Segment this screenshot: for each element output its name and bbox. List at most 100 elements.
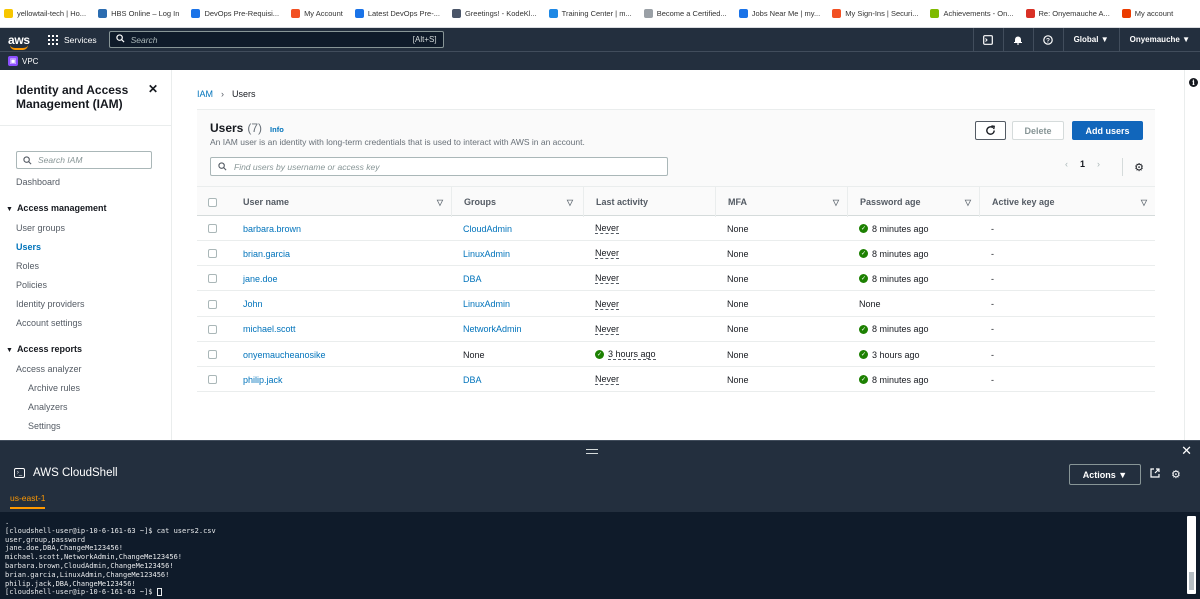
cloudshell-resize-bar[interactable]: ✕ [0,440,1200,460]
bookmark-item[interactable]: yellowtail-tech | Ho... [4,9,86,18]
row-checkbox[interactable] [208,241,217,266]
row-checkbox[interactable] [208,317,217,342]
sidebar-item-user-groups[interactable]: User groups [16,223,65,233]
global-search-input[interactable]: Search [Alt+S] [108,31,444,48]
cloudshell-settings-gear-icon[interactable]: ⚙ [1171,468,1181,481]
terminal-scrollbar[interactable] [1187,516,1196,594]
table-row[interactable]: brian.garcia LinuxAdmin Never None ✓ 8 minute… [197,241,1155,267]
column-password-age[interactable]: Password age ▽ [847,187,979,217]
user-name-link[interactable]: onyemaucheanosike [243,342,326,367]
column-user-name[interactable]: User name ▽ [243,187,451,217]
bookmark-item[interactable]: Greetings! - KodeKl... [451,9,537,18]
row-checkbox[interactable] [208,292,217,317]
bookmark-item[interactable]: My Sign-Ins | Securi... [832,9,918,18]
group-cell[interactable]: CloudAdmin [463,216,512,241]
sidebar-item-dashboard[interactable]: Dashboard [16,177,60,187]
group-cell[interactable]: LinuxAdmin [463,292,510,317]
bookmark-item[interactable]: Training Center | m... [548,9,632,18]
services-menu[interactable]: Services [48,34,97,45]
notifications-bell-icon[interactable] [1002,28,1033,51]
sidebar-search-input[interactable]: Search IAM [16,151,152,169]
account-menu[interactable]: Onyemauche ▼ [1118,28,1200,51]
group-cell[interactable]: NetworkAdmin [463,317,522,342]
user-name-link[interactable]: brian.garcia [243,241,290,266]
table-settings-gear-icon[interactable]: ⚙ [1122,158,1144,176]
bookmark-item[interactable]: DevOps Pre-Requisi... [191,9,279,18]
terminal-prompt-line[interactable]: [cloudshell-user@ip-10-6-161-63 ~]$ [5,588,1196,597]
info-link[interactable]: Info [270,125,284,134]
row-checkbox[interactable] [208,367,217,392]
sidebar-item-roles[interactable]: Roles [16,261,39,271]
row-checkbox[interactable] [208,216,217,241]
info-icon[interactable]: i [1189,78,1198,87]
sidebar-divider [0,125,172,126]
table-row[interactable]: philip.jack DBA Never None ✓ 8 minutes ago - [197,367,1155,393]
bookmark-item[interactable]: Latest DevOps Pre-... [354,9,440,18]
bookmark-item[interactable]: Become a Certified... [643,9,727,18]
terminal-output[interactable]: . [cloudshell-user@ip-10-6-161-63 ~]$ cat… [0,512,1200,599]
drag-handle-icon[interactable] [586,449,598,454]
aws-logo[interactable]: aws [8,33,36,50]
active-key-age-cell: - [991,273,994,284]
sidebar-item-analyzers[interactable]: Analyzers [28,402,68,412]
bookmark-favicon-icon [832,9,842,18]
close-cloudshell-icon[interactable]: ✕ [1181,443,1192,459]
sidebar-item-settings[interactable]: Settings [28,421,61,431]
row-checkbox[interactable] [208,342,217,367]
region-tab-us-east-1[interactable]: us-east-1 [10,493,46,509]
column-last-activity[interactable]: Last activity [583,187,715,217]
column-mfa[interactable]: MFA ▽ [715,187,847,217]
region-selector[interactable]: Global ▼ [1062,28,1119,51]
row-checkbox[interactable] [208,266,217,291]
add-users-button[interactable]: Add users [1072,121,1143,140]
table-row[interactable]: John LinuxAdmin Never None None - [197,292,1155,317]
sidebar-item-policies[interactable]: Policies [16,280,47,290]
open-new-tab-icon[interactable] [1150,468,1160,481]
table-row[interactable]: barbara.brown CloudAdmin Never None ✓ 8 minut… [197,216,1155,241]
bookmark-item[interactable]: HBS Online – Log In [98,9,179,18]
sidebar-item-archive-rules[interactable]: Archive rules [28,383,80,393]
page-number[interactable]: 1 [1080,159,1085,169]
sidebar-item-identity-providers[interactable]: Identity providers [16,299,85,309]
panel-header: Users (7) Info An IAM user is an identit… [197,110,1155,186]
sidebar-section-access-reports[interactable]: ▼ Access reports [6,344,82,354]
group-cell[interactable]: LinuxAdmin [463,241,510,266]
user-name-link[interactable]: jane.doe [243,266,278,291]
refresh-button[interactable] [975,121,1006,140]
bookmark-item[interactable]: My Account [291,9,343,18]
table-row[interactable]: onyemaucheanosike None ✓ 3 hours ago None ✓ 3 … [197,342,1155,367]
group-cell[interactable]: DBA [463,367,482,392]
group-cell[interactable]: DBA [463,266,482,291]
select-all-checkbox[interactable] [208,187,228,217]
terminal-line: . [5,518,10,526]
column-active-key-age[interactable]: Active key age ▽ [979,187,1155,217]
user-name-link[interactable]: philip.jack [243,367,283,392]
bookmark-item[interactable]: Achievements - On... [930,9,1014,18]
actions-dropdown[interactable]: Actions ▼ [1069,464,1141,485]
cloudshell-icon[interactable] [972,28,1003,51]
sidebar-item-account-settings[interactable]: Account settings [16,318,82,328]
close-sidebar-icon[interactable]: ✕ [148,82,158,96]
table-row[interactable]: jane.doe DBA Never None ✓ 8 minutes ago - [197,266,1155,292]
previous-page-icon[interactable]: ‹ [1065,159,1068,169]
sidebar-item-access-analyzer[interactable]: Access analyzer [16,364,82,374]
sidebar-section-access-management[interactable]: ▼ Access management [6,203,106,213]
user-name-link[interactable]: barbara.brown [243,216,301,241]
help-icon[interactable]: ? [1032,28,1063,51]
bookmark-item[interactable]: My account [1121,9,1173,18]
next-page-icon[interactable]: › [1097,159,1100,169]
cloudshell-header: ›_ AWS CloudShell Actions ▼ ⚙ us-east-1 [0,460,1200,512]
column-groups[interactable]: Groups ▽ [451,187,581,217]
bookmark-item[interactable]: Re: Onyemauche A... [1025,9,1110,18]
breadcrumb-iam-link[interactable]: IAM [197,89,213,99]
sidebar-item-users[interactable]: Users [16,242,41,252]
bookmark-item[interactable]: Jobs Near Me | my... [738,9,820,18]
delete-button[interactable]: Delete [1012,121,1064,140]
vpc-favorite-link[interactable]: VPC [22,57,38,66]
user-name-link[interactable]: michael.scott [243,317,296,342]
table-row[interactable]: michael.scott NetworkAdmin Never None ✓ 8 min… [197,317,1155,342]
bookmark-favicon-icon [643,9,653,18]
user-filter-input[interactable]: Find users by username or access key [210,157,668,176]
user-name-link[interactable]: John [243,292,263,317]
success-check-icon: ✓ [859,249,868,259]
